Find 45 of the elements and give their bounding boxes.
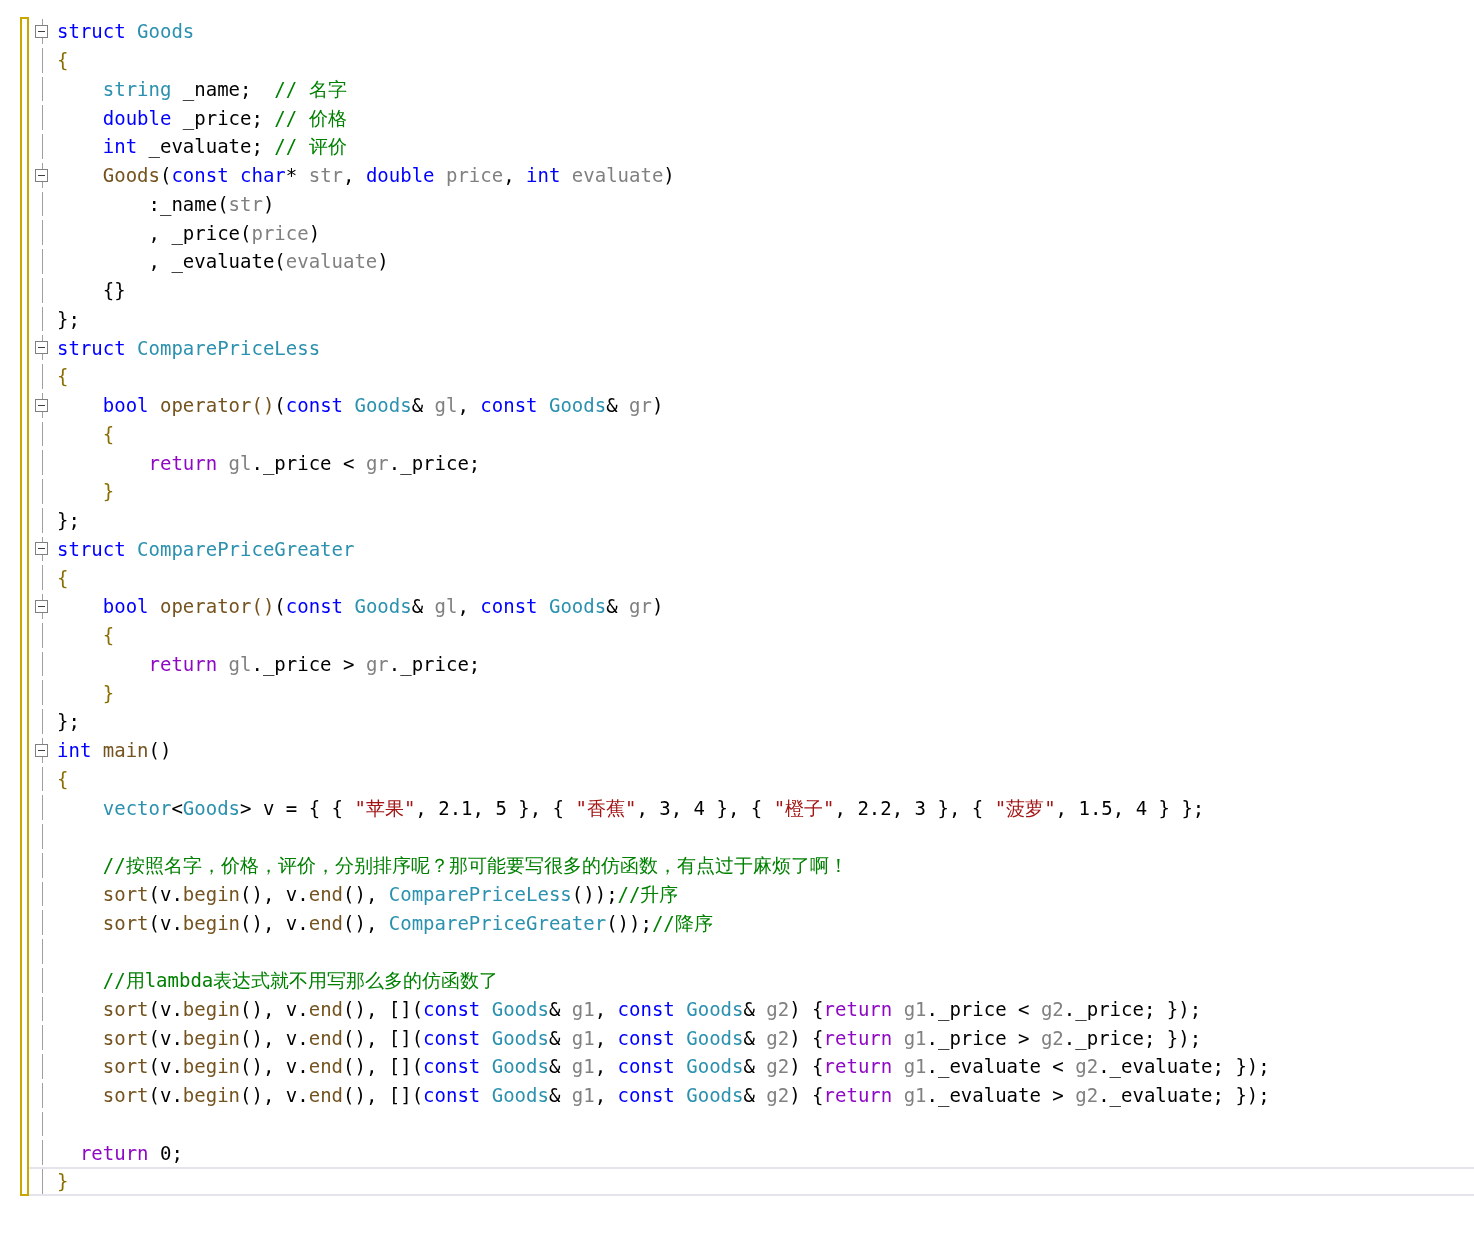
fold-toggle-icon[interactable] (34, 743, 48, 757)
code-line: return gl._price < gr._price; (147, 450, 481, 477)
code-line: }; (57, 508, 80, 534)
code-line: :_name(str) (147, 191, 275, 218)
code-line: double _price; // 价格 (101, 105, 347, 132)
code-line: { (57, 565, 69, 591)
code-line: }; (57, 709, 80, 735)
code-line: sort(v.begin(), v.end(), ComparePriceGreater());//降序 (101, 910, 713, 936)
code-line: { (101, 421, 115, 447)
fold-toggle-icon[interactable] (34, 168, 48, 182)
code-line: }; (57, 306, 80, 332)
code-line: } (57, 1169, 69, 1195)
code-line: sort(v.begin(), v.end(), [](const Goods& g1, const Goods& g2) {return g1._price > g2._price; }); (101, 1025, 1202, 1052)
code-line: struct ComparePriceGreater (57, 536, 355, 562)
code-line: int main() (57, 738, 172, 764)
code-line: } (101, 479, 115, 505)
code-line: return gl._price > gr._price; (147, 651, 481, 678)
code-line: vector<Goods> v = { { "苹果", 2.1, 5 }, { "香蕉", 3, 4 }, { "橙子", 2.2, 3 }, { "菠萝", 1.5, 4 } }; (101, 795, 1205, 821)
code-line: bool operator()(const Goods& gl, const Goods& gr) (101, 594, 664, 620)
code-line: { (57, 48, 69, 74)
code-line: bool operator()(const Goods& gl, const Goods& gr) (101, 393, 664, 419)
code-line: string _name; // 名字 (101, 76, 347, 103)
fold-toggle-icon[interactable] (34, 542, 48, 556)
code-line: struct ComparePriceLess (57, 335, 321, 361)
code-line: { (101, 623, 115, 649)
code-line: int _evaluate; // 评价 (101, 134, 347, 160)
fold-toggle-icon[interactable] (34, 24, 48, 38)
code-line: return 0; (78, 1140, 183, 1166)
code-line: sort(v.begin(), v.end(), [](const Goods& g1, const Goods& g2) {return g1._price < g2._price; }); (101, 996, 1202, 1023)
code-line: { (57, 766, 69, 792)
code-line: , _evaluate(evaluate) (147, 249, 389, 275)
code-line: , _price(price) (147, 220, 321, 247)
code-line: sort(v.begin(), v.end(), ComparePriceLess());//升序 (101, 881, 679, 907)
fold-toggle-icon[interactable] (34, 341, 48, 355)
code-line: } (101, 680, 115, 706)
code-line: //用lambda表达式就不用写那么多的仿函数了 (101, 968, 499, 994)
code-line: sort(v.begin(), v.end(), [](const Goods& g1, const Goods& g2) {return g1._evaluate > g2._evaluate; }); (101, 1083, 1270, 1109)
code-line: Goods(const char* str, double price, int evaluate) (101, 163, 675, 189)
code-line: struct Goods (57, 19, 195, 45)
fold-toggle-icon[interactable] (34, 599, 48, 613)
code-line: //按照名字，价格，评价，分别排序呢？那可能要写很多的仿函数，有点过于麻烦了啊！ (101, 853, 848, 879)
code-line: sort(v.begin(), v.end(), [](const Goods& g1, const Goods& g2) {return g1._evaluate < g2._evaluate; }); (101, 1054, 1270, 1080)
code-line: {} (101, 278, 126, 304)
fold-toggle-icon[interactable] (34, 398, 48, 412)
code-line: { (57, 364, 69, 390)
